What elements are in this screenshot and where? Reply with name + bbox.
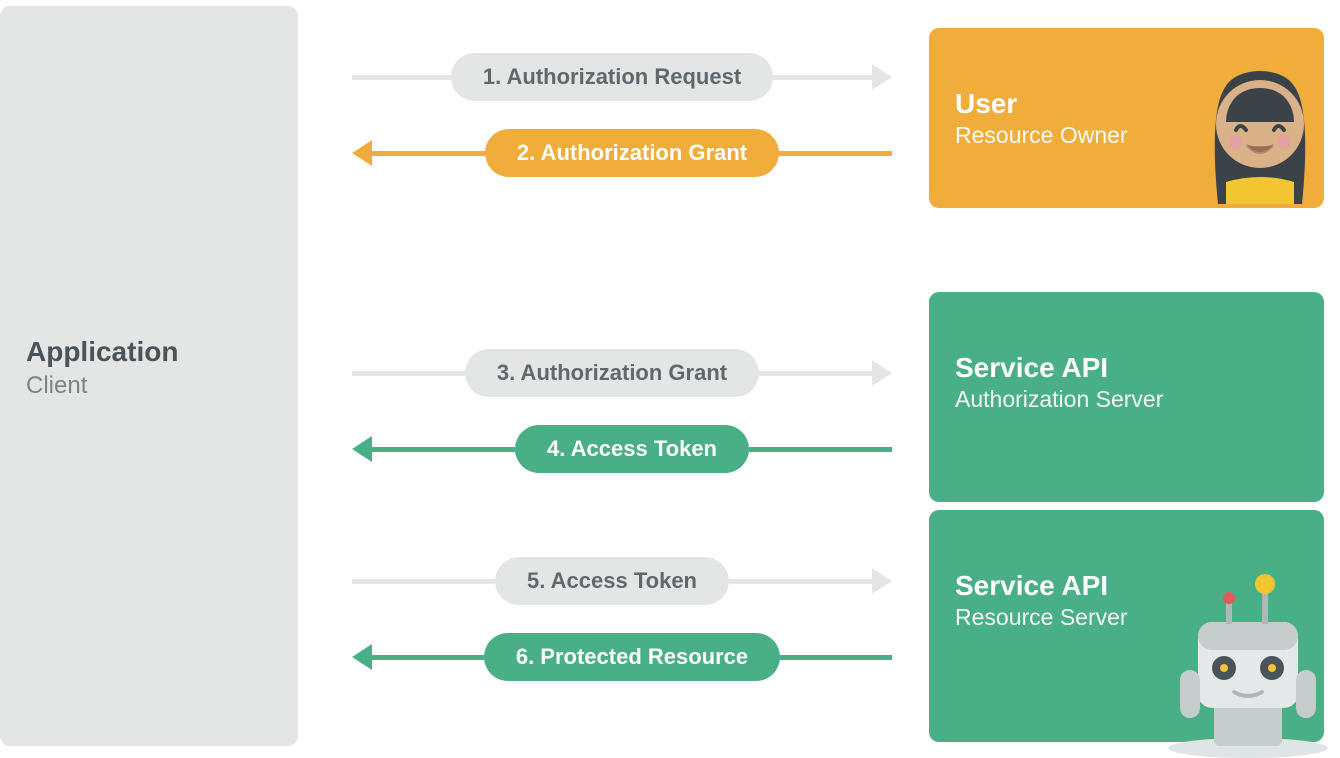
- arrow-2: 2. Authorization Grant: [352, 128, 892, 178]
- arrow-left-icon: [352, 644, 372, 670]
- arrow-5-label: 5. Access Token: [495, 557, 729, 605]
- arrow-4: 4. Access Token: [352, 424, 892, 474]
- application-subtitle: Client: [26, 372, 272, 400]
- arrow-right-icon: [872, 568, 892, 594]
- arrow-3-label: 3. Authorization Grant: [465, 349, 759, 397]
- arrow-1-label: 1. Authorization Request: [451, 53, 773, 101]
- auth-server-title: Service API: [955, 352, 1298, 384]
- arrow-left-icon: [352, 436, 372, 462]
- arrow-6-label: 6. Protected Resource: [484, 633, 780, 681]
- arrow-right-icon: [872, 360, 892, 386]
- user-avatar-icon: [1186, 44, 1334, 204]
- arrow-4-label: 4. Access Token: [515, 425, 749, 473]
- arrow-right-icon: [872, 64, 892, 90]
- auth-server-subtitle: Authorization Server: [955, 386, 1298, 413]
- oauth-flow-diagram: Application Client User Resource Owner S…: [0, 0, 1340, 752]
- arrow-1: 1. Authorization Request: [352, 52, 892, 102]
- arrow-3: 3. Authorization Grant: [352, 348, 892, 398]
- robot-icon: [1162, 570, 1334, 758]
- arrow-6: 6. Protected Resource: [352, 632, 892, 682]
- application-box: Application Client: [0, 6, 298, 746]
- arrow-2-label: 2. Authorization Grant: [485, 129, 779, 177]
- application-title: Application: [26, 336, 272, 368]
- arrow-5: 5. Access Token: [352, 556, 892, 606]
- auth-server-box: Service API Authorization Server: [929, 292, 1324, 502]
- arrow-left-icon: [352, 140, 372, 166]
